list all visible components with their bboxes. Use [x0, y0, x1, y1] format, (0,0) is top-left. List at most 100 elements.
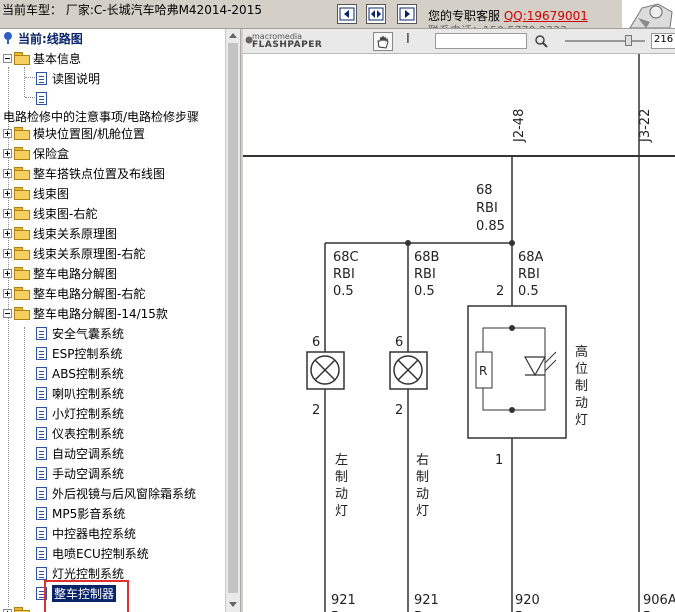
document-icon — [36, 366, 47, 380]
expand-icon[interactable] — [3, 248, 12, 258]
tree-item-esp[interactable]: ESP控制系统 — [36, 343, 122, 363]
tree-item-central-lock[interactable]: 中控器电控系统 — [36, 523, 136, 543]
document-icon — [36, 326, 47, 340]
flashpaper-viewer: macromedia FLASHPAPER I 216 J2-48 J3-22 … — [243, 29, 675, 612]
resistor-label: R — [479, 364, 487, 378]
previous-button[interactable] — [337, 4, 357, 24]
document-icon — [36, 426, 47, 440]
pin-number: 6 — [395, 335, 403, 350]
expand-icon[interactable] — [3, 608, 12, 612]
tree-item-read-guide[interactable]: 读图说明 — [36, 68, 100, 88]
expand-icon[interactable] — [3, 288, 12, 298]
collapse-icon[interactable] — [3, 53, 12, 63]
tree-item-horn[interactable]: 喇叭控制系统 — [36, 383, 124, 403]
logo-bottom-text: FLASHPAPER — [252, 40, 323, 50]
pin-number: 2 — [496, 284, 504, 299]
expand-icon[interactable] — [3, 228, 12, 238]
viewer-toolbar: macromedia FLASHPAPER I 216 — [243, 29, 675, 54]
wire-id: 906A — [643, 593, 675, 608]
tree-item-basic-info[interactable]: 基本信息 — [3, 48, 81, 68]
expand-icon[interactable] — [3, 168, 12, 178]
wire-id: 921 — [331, 593, 356, 608]
tree-item-ecu[interactable]: 电喷ECU控制系统 — [36, 543, 149, 563]
folder-icon — [14, 187, 30, 200]
folder-icon — [14, 147, 30, 160]
search-icon[interactable] — [534, 34, 548, 48]
document-icon — [36, 446, 47, 460]
tree-item-circuit-breakdown-rhd[interactable]: 整车电路分解图-右舵 — [3, 283, 145, 303]
text-select-icon[interactable]: I — [406, 32, 410, 47]
tree-item-circuit-breakdown-1415[interactable]: 整车电路分解图-14/15款 — [3, 303, 168, 323]
tree-item-next-folder[interactable] — [3, 603, 33, 612]
search-input[interactable] — [435, 33, 527, 49]
document-icon — [36, 526, 47, 540]
expand-icon[interactable] — [3, 128, 12, 138]
zoom-value[interactable]: 216 — [651, 33, 675, 49]
wiring-diagram: J2-48 J3-22 68 RBI 0.85 68C RBI 0.5 68B … — [243, 54, 675, 612]
expand-icon[interactable] — [3, 268, 12, 278]
left-brake-lamp-label: 左制动灯 — [335, 453, 348, 519]
connector-label: J2-48 — [512, 109, 527, 143]
right-brake-lamp-label: 右制动灯 — [416, 453, 429, 519]
tree-root[interactable]: 当前:线路图 — [2, 29, 83, 48]
tree-item-small-lamp[interactable]: 小灯控制系统 — [36, 403, 124, 423]
tree-item-label: 整车搭铁点位置及布线图 — [33, 166, 166, 181]
tree-scrollbar[interactable] — [225, 29, 240, 612]
folder-icon — [14, 207, 30, 220]
folder-icon — [14, 167, 30, 180]
tree-item-label: 线束关系原理图 — [33, 226, 118, 241]
scroll-down-icon[interactable] — [229, 602, 237, 607]
tree-item-blank[interactable] — [36, 88, 52, 108]
tree-item-ground-points[interactable]: 整车搭铁点位置及布线图 — [3, 163, 165, 183]
folder-icon — [14, 52, 30, 65]
expand-icon[interactable] — [3, 188, 12, 198]
tree-item-label: 小灯控制系统 — [52, 406, 125, 421]
connector-label: J3-22 — [638, 109, 653, 143]
tree-item-mirror-defrost[interactable]: 外后视镜与后风窗除霜系统 — [36, 483, 196, 503]
tree-item-harness[interactable]: 线束图 — [3, 183, 69, 203]
wire-id: 68 — [476, 183, 493, 198]
tree-item-mp5[interactable]: MP5影音系统 — [36, 503, 125, 523]
document-icon — [36, 346, 47, 360]
wire-color: RBI — [518, 267, 540, 282]
wire-color: RBI — [414, 267, 436, 282]
collapse-icon[interactable] — [3, 308, 12, 318]
expand-icon[interactable] — [3, 148, 12, 158]
tree-item-harness-schematic[interactable]: 线束关系原理图 — [3, 223, 117, 243]
tree-item-instrument[interactable]: 仪表控制系统 — [36, 423, 124, 443]
tree-item-label: 线束图 — [33, 186, 70, 201]
tree-item-label: 自动空调系统 — [52, 446, 125, 461]
tree-item-abs[interactable]: ABS控制系统 — [36, 363, 124, 383]
tree-item-label: 模块位置图/机舱位置 — [33, 126, 146, 141]
next-button[interactable] — [397, 4, 417, 24]
fit-width-button[interactable] — [366, 4, 386, 24]
qq-link[interactable]: QQ:19679001 — [504, 9, 588, 23]
folder-icon — [14, 307, 30, 320]
tree-item-label: 手动空调系统 — [52, 466, 125, 481]
zoom-slider-knob[interactable] — [625, 35, 632, 46]
tree-item-harness-schematic-rhd[interactable]: 线束关系原理图-右舵 — [3, 243, 145, 263]
tree-item-circuit-breakdown[interactable]: 整车电路分解图 — [3, 263, 117, 283]
tree-item-manual-ac[interactable]: 手动空调系统 — [36, 463, 124, 483]
scroll-thumb[interactable] — [228, 43, 238, 593]
scroll-up-icon[interactable] — [229, 33, 237, 38]
tree-item-harness-rhd[interactable]: 线束图-右舵 — [3, 203, 97, 223]
tree-line — [24, 67, 25, 97]
document-icon — [36, 566, 47, 580]
tree-item-auto-ac[interactable]: 自动空调系统 — [36, 443, 124, 463]
zoom-slider-track[interactable] — [565, 40, 645, 42]
tree-item-label: 喇叭控制系统 — [52, 386, 125, 401]
tree-item-airbag[interactable]: 安全气囊系统 — [36, 323, 124, 343]
tree-item-label: 电喷ECU控制系统 — [52, 546, 149, 561]
contact-line: 联系电话：150 5770 2333 — [428, 22, 567, 28]
tree-item-module-location[interactable]: 模块位置图/机舱位置 — [3, 123, 145, 143]
expand-icon[interactable] — [3, 208, 12, 218]
hand-tool-button[interactable] — [373, 32, 393, 51]
wire-id: 68A — [518, 250, 544, 265]
document-icon — [36, 466, 47, 480]
wire-size: 0.5 — [518, 284, 539, 299]
hand-tool-icon — [377, 35, 389, 49]
folder-icon — [14, 127, 30, 140]
tree-item-fuse-box[interactable]: 保险盒 — [3, 143, 69, 163]
mascot-icon — [629, 3, 673, 28]
